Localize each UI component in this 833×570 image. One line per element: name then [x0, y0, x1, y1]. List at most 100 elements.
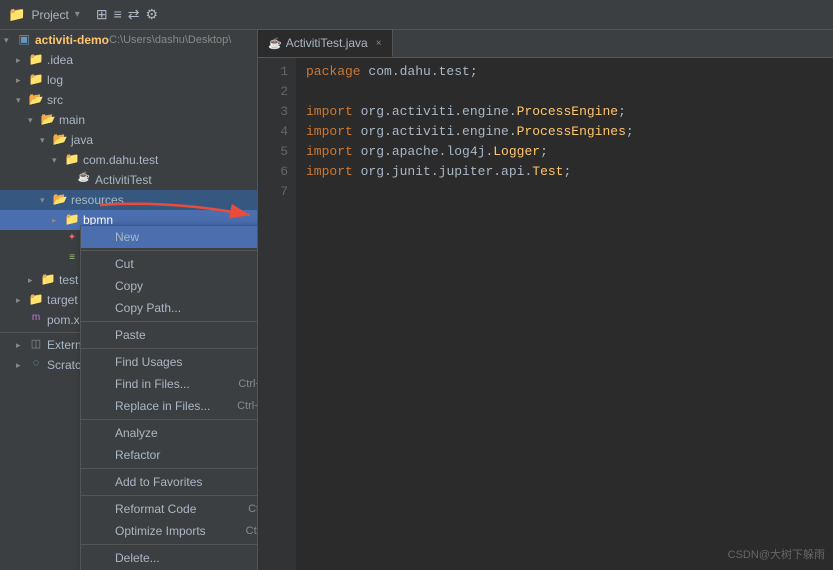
dropdown-icon[interactable]: ▾: [75, 9, 80, 20]
comdahu-label: com.dahu.test: [83, 153, 158, 167]
replace-shortcut: Ctrl+Shift+R: [237, 400, 258, 412]
sidebar-item-src[interactable]: 📂 src: [0, 90, 257, 110]
watermark: CSDN@大树下躲雨: [728, 546, 825, 562]
tab-icon: ☕: [268, 37, 282, 50]
editor-area: ☕ ActivitiTest.java × 1 2 3 4 5 6 7 pack…: [258, 30, 833, 570]
replace-label: Replace in Files...: [115, 399, 217, 413]
code-line-4: import org.activiti.engine.ProcessEngine…: [306, 122, 833, 142]
sidebar-root[interactable]: ▣ activiti-demo C:\Users\dashu\Desktop\: [0, 30, 257, 50]
context-menu-copy[interactable]: Copy Ctrl+C: [81, 275, 258, 297]
tab-activiti[interactable]: ☕ ActivitiTest.java ×: [258, 30, 393, 57]
nav-icon-3[interactable]: ⇄: [128, 6, 140, 23]
root-label: activiti-demo: [35, 33, 109, 47]
sidebar: ▣ activiti-demo C:\Users\dashu\Desktop\ …: [0, 30, 258, 570]
folder-icon: 📁: [28, 52, 44, 68]
extlibs-arrow: [16, 340, 28, 351]
context-menu-replace[interactable]: Replace in Files... Ctrl+Shift+R: [81, 395, 258, 417]
context-menu-refactor[interactable]: Refactor ▸: [81, 444, 258, 466]
settings-icon[interactable]: ⚙: [145, 6, 158, 23]
title-bar: 📁 Project ▾ ⊞ ≡ ⇄ ⚙: [0, 0, 833, 30]
sidebar-item-idea[interactable]: 📁 .idea: [0, 50, 257, 70]
tab-bar: ☕ ActivitiTest.java ×: [258, 30, 833, 58]
ctx-div-7: [81, 544, 258, 545]
scratch-icon: ◌: [28, 357, 44, 373]
context-menu-copy-path[interactable]: Copy Path...: [81, 297, 258, 319]
project-label: Project: [31, 8, 68, 22]
title-bar-icons: ⊞ ≡ ⇄ ⚙: [96, 6, 158, 23]
ctx-div-4: [81, 419, 258, 420]
java-folder-icon: 📂: [52, 132, 68, 148]
log-label: log: [47, 73, 63, 87]
java-label: java: [71, 133, 93, 147]
optimize-label: Optimize Imports: [115, 524, 226, 538]
context-menu-delete[interactable]: Delete... Delete: [81, 547, 258, 569]
nav-icon-2[interactable]: ≡: [114, 6, 122, 23]
lib-icon: ◫: [28, 337, 44, 353]
line-numbers: 1 2 3 4 5 6 7: [258, 58, 296, 570]
copy-path-label: Copy Path...: [115, 301, 258, 315]
context-menu-reformat[interactable]: Reformat Code Ctrl+Alt+L: [81, 498, 258, 520]
pom-icon: m: [28, 312, 44, 328]
sidebar-item-log[interactable]: 📁 log: [0, 70, 257, 90]
context-menu-paste[interactable]: Paste Ctrl+V: [81, 324, 258, 346]
context-menu-add-favorites[interactable]: Add to Favorites: [81, 471, 258, 493]
code-line-2: [306, 82, 833, 102]
find-files-label: Find in Files...: [115, 377, 218, 391]
main-layout: ▣ activiti-demo C:\Users\dashu\Desktop\ …: [0, 30, 833, 570]
main-label: main: [59, 113, 85, 127]
new-label: New: [115, 230, 258, 244]
main-arrow: [28, 115, 40, 126]
context-menu-cut[interactable]: Cut Ctrl+X: [81, 253, 258, 275]
context-menu-analyze[interactable]: Analyze ▸: [81, 422, 258, 444]
code-content: package com.dahu.test; import org.activi…: [296, 58, 833, 570]
tab-close[interactable]: ×: [376, 38, 382, 49]
sidebar-item-comdahu[interactable]: 📁 com.dahu.test: [0, 150, 257, 170]
folder-icon: 📁: [64, 152, 80, 168]
context-menu-new[interactable]: New ▸ K Kotlin Class/File 📄 File: [81, 226, 258, 248]
context-menu-find-files[interactable]: Find in Files... Ctrl+Shift+F: [81, 373, 258, 395]
test-folder-icon: 📁: [40, 272, 56, 288]
copy-label: Copy: [115, 279, 246, 293]
code-line-5: import org.apache.log4j.Logger;: [306, 142, 833, 162]
optimize-shortcut: Ctrl+Alt+O: [246, 525, 258, 537]
code-line-7: [306, 182, 833, 202]
comdahu-arrow: [52, 155, 64, 166]
context-menu-find-usages[interactable]: Find Usages Alt+F7: [81, 351, 258, 373]
sidebar-item-activiti[interactable]: ☕ ActivitiTest: [0, 170, 257, 190]
test-arrow: [28, 275, 40, 286]
target-folder-icon: 📁: [28, 292, 44, 308]
target-label: target: [47, 293, 78, 307]
resources-arrow: [40, 195, 52, 206]
sidebar-item-java[interactable]: 📂 java: [0, 130, 257, 150]
sidebar-item-resources[interactable]: 📂 resources: [0, 190, 257, 210]
delete-label: Delete...: [115, 551, 245, 565]
idea-arrow: [16, 55, 28, 66]
java-arrow: [40, 135, 52, 146]
ctx-div-1: [81, 250, 258, 251]
analyze-label: Analyze: [115, 426, 258, 440]
activiti-label: ActivitiTest: [95, 173, 152, 187]
code-editor: 1 2 3 4 5 6 7 package com.dahu.test; imp…: [258, 58, 833, 570]
context-menu-overlay: New ▸ K Kotlin Class/File 📄 File: [80, 225, 258, 570]
idea-label: .idea: [47, 53, 73, 67]
sidebar-item-main[interactable]: 📂 main: [0, 110, 257, 130]
project-icon: 📁: [8, 6, 25, 23]
refactor-label: Refactor: [115, 448, 258, 462]
test-label: test: [59, 273, 78, 287]
ctx-div-3: [81, 348, 258, 349]
folder-icon: 📂: [28, 92, 44, 108]
resources-folder-icon: 📂: [52, 192, 68, 208]
tab-label: ActivitiTest.java: [286, 36, 368, 50]
find-files-shortcut: Ctrl+Shift+F: [238, 378, 258, 390]
reformat-shortcut: Ctrl+Alt+L: [248, 503, 258, 515]
reformat-label: Reformat Code: [115, 502, 228, 516]
folder-icon: 📁: [28, 72, 44, 88]
resources-label: resources: [71, 193, 124, 207]
nav-icon-1[interactable]: ⊞: [96, 6, 108, 23]
context-menu: New ▸ K Kotlin Class/File 📄 File: [80, 225, 258, 570]
context-menu-optimize[interactable]: Optimize Imports Ctrl+Alt+O: [81, 520, 258, 542]
module-icon: ▣: [16, 32, 32, 48]
folder-icon: 📂: [40, 112, 56, 128]
code-line-3: import org.activiti.engine.ProcessEngine…: [306, 102, 833, 122]
code-line-6: import org.junit.jupiter.api.Test;: [306, 162, 833, 182]
